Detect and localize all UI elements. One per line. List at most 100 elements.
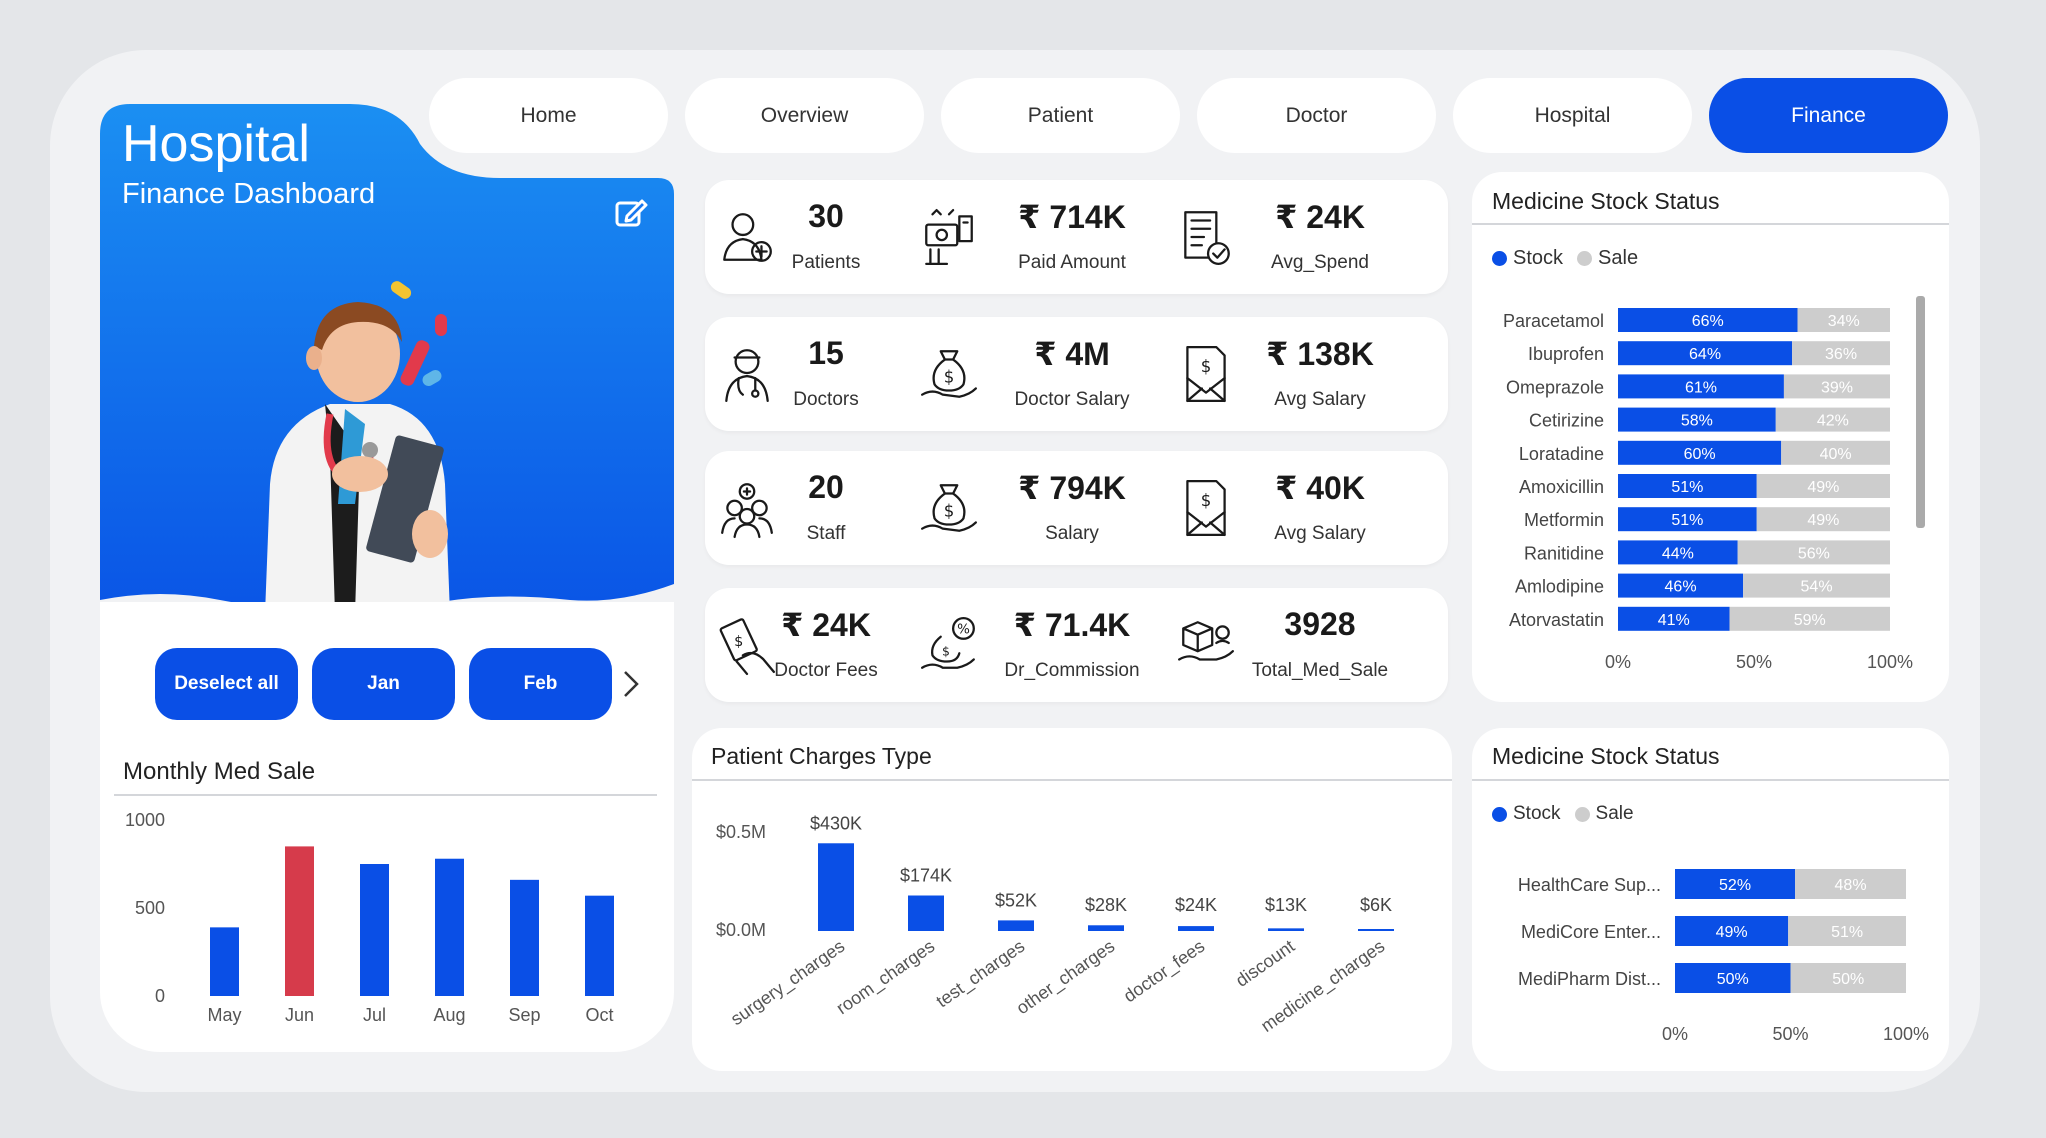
category-label: Ranitidine xyxy=(1524,543,1604,563)
month-button-jan[interactable]: Jan xyxy=(312,648,455,720)
x-tick-label: Sep xyxy=(508,1005,540,1025)
divider xyxy=(692,779,1452,781)
y-tick-label: $0.0M xyxy=(716,920,766,940)
x-tick-label: Jul xyxy=(363,1005,386,1025)
x-tick-label: doctor_fees xyxy=(1120,936,1209,1007)
deselect-all-button[interactable]: Deselect all xyxy=(155,648,298,720)
stock-legend-dot xyxy=(1492,806,1507,822)
data-label: $13K xyxy=(1265,895,1307,915)
legend-stock-label: Stock xyxy=(1513,803,1561,824)
category-label: Ibuprofen xyxy=(1528,344,1604,364)
stock-data-label: 66% xyxy=(1692,313,1724,330)
data-label: $28K xyxy=(1085,895,1127,915)
bar[interactable] xyxy=(585,895,614,996)
category-label: Atorvastatin xyxy=(1509,610,1604,630)
tab-patient[interactable]: Patient xyxy=(941,78,1180,153)
divider xyxy=(1472,223,1949,225)
kpi-label: Doctor Salary xyxy=(1014,389,1130,410)
bar[interactable] xyxy=(285,846,314,996)
category-label: Omeprazole xyxy=(1506,377,1604,397)
data-label: $430K xyxy=(810,813,862,833)
sale-data-label: 49% xyxy=(1807,512,1839,529)
kpi-label: Avg Salary xyxy=(1274,389,1366,410)
divider xyxy=(1472,779,1949,781)
data-label: $6K xyxy=(1360,895,1392,915)
data-label: $24K xyxy=(1175,895,1217,915)
stock-legend-1: Stock Sale xyxy=(1492,247,1638,270)
bar[interactable] xyxy=(1358,929,1394,931)
tab-overview[interactable]: Overview xyxy=(685,78,924,153)
stock-data-label: 52% xyxy=(1719,877,1751,894)
sale-data-label: 56% xyxy=(1798,545,1830,562)
bar[interactable] xyxy=(435,858,464,996)
y-tick-label: 500 xyxy=(135,898,165,918)
sale-data-label: 36% xyxy=(1825,346,1857,363)
category-label: Metformin xyxy=(1524,510,1604,530)
edit-icon[interactable] xyxy=(614,196,648,230)
doctor-illustration xyxy=(265,281,450,614)
kpi-value: ₹ 4M xyxy=(1034,336,1110,372)
bar[interactable] xyxy=(1178,926,1214,931)
x-tick-label: 50% xyxy=(1736,652,1772,672)
x-tick-label: 100% xyxy=(1883,1024,1929,1044)
sale-data-label: 39% xyxy=(1821,379,1853,396)
kpi-label: Doctor Fees xyxy=(774,660,878,681)
y-tick-label: $0.5M xyxy=(716,822,766,842)
x-tick-label: Oct xyxy=(585,1005,613,1025)
data-label: $52K xyxy=(995,890,1037,910)
sale-data-label: 48% xyxy=(1835,877,1867,894)
x-tick-label: 0% xyxy=(1662,1024,1688,1044)
hero-subtitle: Finance Dashboard xyxy=(122,178,376,210)
tab-finance[interactable]: Finance xyxy=(1709,78,1948,153)
tab-doctor[interactable]: Doctor xyxy=(1197,78,1436,153)
x-tick-label: 0% xyxy=(1605,652,1631,672)
divider xyxy=(114,794,657,796)
chevron-right-icon[interactable] xyxy=(620,668,642,700)
kpi-label: Total_Med_Sale xyxy=(1251,660,1389,681)
category-label: MediCore Enter... xyxy=(1521,922,1661,942)
kpi-value: 15 xyxy=(808,335,844,371)
bar[interactable] xyxy=(908,895,944,931)
tab-hospital[interactable]: Hospital xyxy=(1453,78,1692,153)
kpi-label: Paid Amount xyxy=(1018,252,1126,273)
patient-charges-chart: $0.5M $0.0M $430K surgery_charges $174K room_… xyxy=(716,813,1394,1037)
category-label: Amoxicillin xyxy=(1519,477,1604,497)
sale-data-label: 59% xyxy=(1794,612,1826,629)
bar[interactable] xyxy=(510,879,539,996)
kpi-value: ₹ 138K xyxy=(1266,336,1374,372)
stock-data-label: 51% xyxy=(1671,512,1703,529)
sale-legend-dot xyxy=(1577,251,1593,266)
bar[interactable] xyxy=(998,920,1034,931)
y-tick-label: 1000 xyxy=(125,810,165,830)
sale-data-label: 49% xyxy=(1807,479,1839,496)
bar[interactable] xyxy=(1088,925,1124,931)
sale-legend-dot xyxy=(1574,806,1590,822)
stock-legend-2: Stock Sale xyxy=(1492,803,1634,825)
stock-data-label: 58% xyxy=(1681,413,1713,430)
hero-banner: Hospital Finance Dashboard xyxy=(100,104,674,614)
sale-data-label: 50% xyxy=(1832,971,1864,988)
stock-data-label: 61% xyxy=(1685,379,1717,396)
sale-data-label: 42% xyxy=(1817,413,1849,430)
bar[interactable] xyxy=(818,843,854,931)
monthly-med-sale-title: Monthly Med Sale xyxy=(123,758,316,785)
stock-status-chart-2: HealthCare Sup... 52% 48% MediCore Enter...… xyxy=(1518,869,1929,1044)
x-tick-label: Jun xyxy=(285,1005,314,1025)
bar[interactable] xyxy=(1268,928,1304,931)
bar[interactable] xyxy=(360,864,389,996)
legend-sale-label: Sale xyxy=(1598,247,1639,269)
x-tick-label: 100% xyxy=(1867,652,1913,672)
svg-text:$: $ xyxy=(942,643,950,658)
kpi-value: ₹ 24K xyxy=(1275,199,1365,235)
month-button-feb[interactable]: Feb xyxy=(469,648,612,720)
category-label: HealthCare Sup... xyxy=(1518,875,1661,895)
kpi-value: 30 xyxy=(808,198,844,234)
legend-stock-label: Stock xyxy=(1513,247,1564,269)
stock-data-label: 51% xyxy=(1671,479,1703,496)
stock-data-label: 41% xyxy=(1658,612,1690,629)
bar[interactable] xyxy=(210,927,239,996)
scrollbar[interactable] xyxy=(1916,296,1925,528)
stock-data-label: 60% xyxy=(1684,446,1716,463)
category-label: MediPharm Dist... xyxy=(1518,969,1661,989)
legend-sale-label: Sale xyxy=(1595,803,1634,824)
